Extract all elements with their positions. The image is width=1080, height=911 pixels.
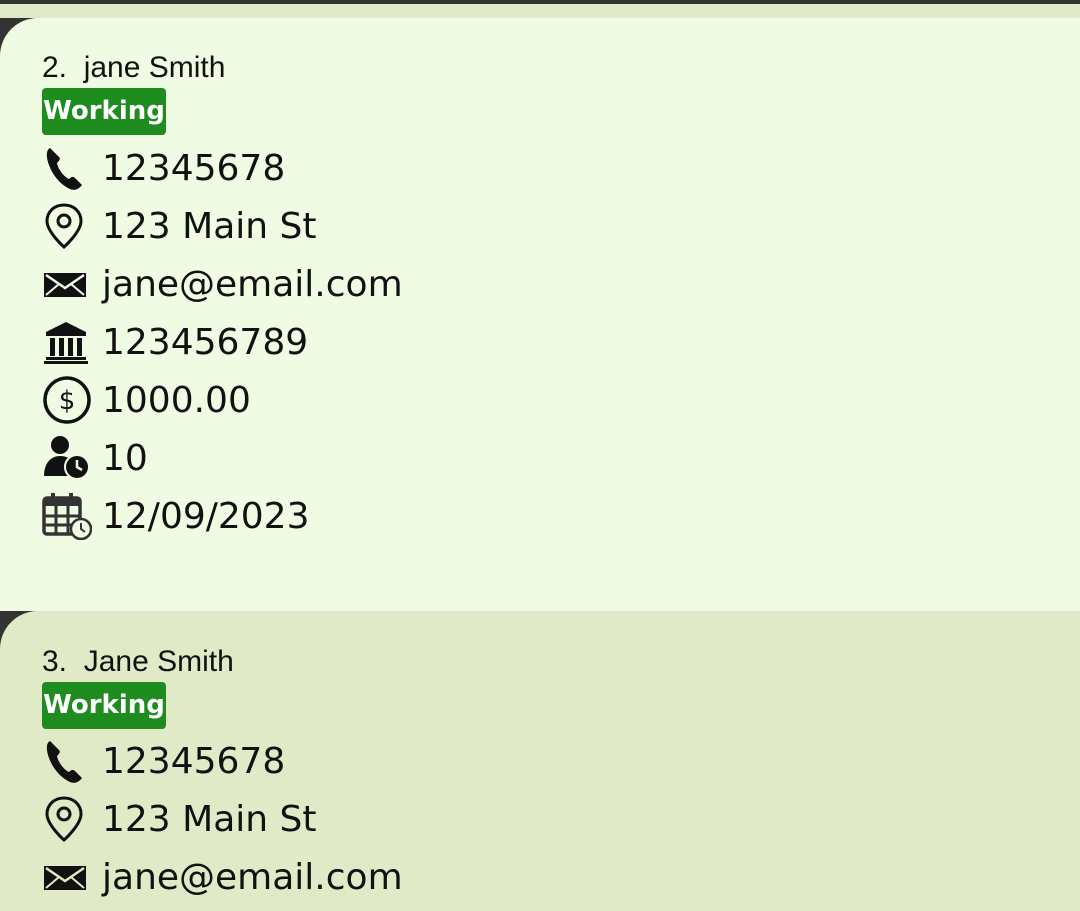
employee-name-row: 2. jane Smith [42,51,225,85]
email-icon [42,853,92,901]
employee-card[interactable]: 3. Jane Smith Working 12345678 123 Main … [0,611,1080,911]
phone-icon [42,737,92,785]
employee-name: jane Smith [83,51,226,84]
previous-card-bottom [0,4,1080,18]
leave-field: 10 [42,434,148,482]
salary-value: 1000.00 [102,379,251,421]
address-value: 123 Main St [102,205,317,247]
calendar-clock-icon [42,492,92,540]
address-value: 123 Main St [102,798,317,840]
phone-field: 12345678 [42,737,285,785]
location-pin-icon [42,795,92,843]
bank-account-field: 123456789 [42,318,308,366]
employee-index: 3. [42,645,68,678]
dollar-icon: $ [42,376,92,424]
status-badge: Working [42,88,166,135]
email-value: jane@email.com [102,856,403,898]
phone-value: 12345678 [102,147,286,189]
address-field: 123 Main St [42,795,317,843]
phone-field: 12345678 [42,144,285,192]
salary-field: $ 1000.00 [42,376,251,424]
email-value: jane@email.com [102,263,403,305]
location-pin-icon [42,202,92,250]
phone-value: 12345678 [102,740,286,782]
email-field: jane@email.com [42,260,403,308]
employee-index: 2. [42,51,68,84]
email-icon [42,260,92,308]
phone-icon [42,144,92,192]
status-badge: Working [42,682,166,729]
user-clock-icon [42,434,92,482]
svg-text:$: $ [59,386,76,416]
employee-card[interactable]: 2. jane Smith Working 12345678 123 Main … [0,18,1080,611]
bank-icon [42,318,92,366]
bank-account-value: 123456789 [102,321,309,363]
date-field: 12/09/2023 [42,492,310,540]
employee-name: Jane Smith [83,645,234,678]
address-field: 123 Main St [42,202,317,250]
leave-value: 10 [102,437,148,479]
email-field: jane@email.com [42,853,403,901]
date-value: 12/09/2023 [102,495,310,537]
employee-name-row: 3. Jane Smith [42,645,234,679]
